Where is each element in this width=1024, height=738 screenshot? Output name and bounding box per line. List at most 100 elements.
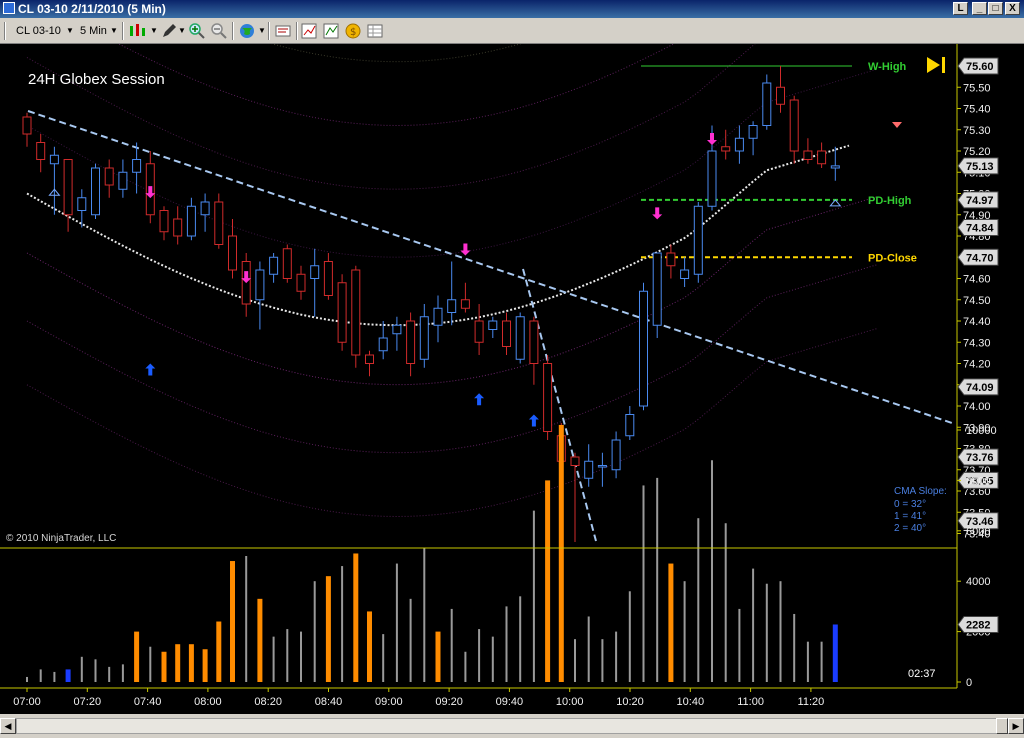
volume-bar <box>65 669 71 682</box>
bars-icon[interactable] <box>128 22 148 40</box>
chevron-down-icon[interactable]: ▼ <box>66 22 74 40</box>
time-tick-label: 09:40 <box>496 696 524 708</box>
chart-toolbar: CL 03-10 ▼ 5 Min ▼ ▼ ▼ ▼ $ <box>0 18 1024 44</box>
candle-body <box>186 205 196 237</box>
price-tick-label: 74.20 <box>963 359 991 371</box>
price-tick-label: 75.40 <box>963 104 991 116</box>
candle-body <box>721 146 731 152</box>
candle-body <box>734 137 744 152</box>
volume-bar <box>26 676 28 682</box>
level-label: PD-High <box>868 195 912 207</box>
level-label: W-High <box>868 61 907 73</box>
candle-body <box>803 150 813 160</box>
volume-bar <box>286 629 289 682</box>
candle-body <box>611 439 621 471</box>
candle-body <box>570 456 580 466</box>
candle-body <box>652 252 662 326</box>
globe-icon[interactable] <box>238 22 256 40</box>
volume-bar <box>532 510 535 682</box>
copyright-text: © 2010 NinjaTrader, LLC <box>6 533 116 544</box>
svg-text:$: $ <box>350 27 356 38</box>
minimize-button[interactable]: _ <box>972 2 987 15</box>
volume-bar <box>108 666 111 682</box>
time-tick-label: 11:00 <box>737 696 764 708</box>
volume-bar <box>80 656 83 682</box>
volume-bar <box>245 556 248 682</box>
chart-trader-icon[interactable] <box>300 22 318 40</box>
window-titlebar: CL 03-10 2/11/2010 (5 Min) L _ □ X <box>0 0 1024 18</box>
time-tick-label: 10:20 <box>616 696 644 708</box>
candle-body <box>378 337 388 352</box>
candle-body <box>214 201 224 245</box>
toolbar-grip <box>4 22 6 40</box>
chevron-down-icon[interactable]: ▼ <box>150 22 158 40</box>
scroll-track[interactable] <box>16 718 1008 734</box>
candle-body <box>406 320 416 364</box>
bar-timer: 02:37 <box>908 668 936 680</box>
candle-body <box>817 150 827 165</box>
volume-bar <box>711 460 713 682</box>
candle-body <box>625 414 635 437</box>
scroll-thumb[interactable] <box>996 718 1008 734</box>
volume-tick-label: 0 <box>966 677 972 689</box>
volume-bar <box>505 606 508 682</box>
horizontal-scrollbar[interactable]: ◀ ▶ <box>0 714 1024 738</box>
maximize-button[interactable]: □ <box>988 2 1003 15</box>
data-box-icon[interactable] <box>366 22 384 40</box>
properties-icon[interactable] <box>274 22 292 40</box>
time-tick-label: 08:20 <box>254 696 282 708</box>
scroll-right-icon[interactable]: ▶ <box>1008 718 1024 734</box>
volume-bar <box>601 639 604 682</box>
volume-bar <box>202 649 208 682</box>
volume-tick-label: 4000 <box>966 576 990 588</box>
volume-tick-label: 10000 <box>966 425 997 437</box>
volume-bar <box>615 631 618 682</box>
candle-body <box>666 252 676 267</box>
volume-bar <box>300 631 302 682</box>
zoom-out-icon[interactable] <box>210 22 228 40</box>
scroll-left-icon[interactable]: ◀ <box>0 718 16 734</box>
chart-style-icon[interactable] <box>322 22 340 40</box>
interval-selector[interactable]: 5 Min <box>80 22 107 40</box>
price-marker-label: 75.60 <box>966 61 994 73</box>
price-marker-label: 73.76 <box>966 452 994 464</box>
volume-bar <box>491 636 494 682</box>
chevron-down-icon[interactable]: ▼ <box>110 22 118 40</box>
price-marker-label: 75.13 <box>966 161 994 173</box>
link-button[interactable]: L <box>953 2 968 15</box>
candle-body <box>77 197 87 211</box>
volume-bar <box>545 480 551 682</box>
volume-bar <box>409 598 412 682</box>
coin-icon[interactable]: $ <box>344 22 362 40</box>
volume-bar <box>587 616 590 682</box>
candle-body <box>36 142 46 160</box>
window-title: CL 03-10 2/11/2010 (5 Min) <box>18 2 166 16</box>
candle-body <box>63 159 73 216</box>
time-tick-label: 07:40 <box>134 696 162 708</box>
candle-body <box>91 167 100 216</box>
close-button[interactable]: X <box>1005 2 1020 15</box>
pencil-icon[interactable] <box>160 22 178 40</box>
volume-bar <box>558 424 564 682</box>
zoom-in-icon[interactable] <box>188 22 206 40</box>
volume-bar <box>806 641 809 682</box>
instrument-selector[interactable]: CL 03-10 <box>16 22 61 40</box>
chevron-down-icon[interactable]: ▼ <box>258 22 266 40</box>
time-tick-label: 09:20 <box>435 696 463 708</box>
price-chart[interactable]: W-High PD-High PD-Close 75.50 75.40 75.30 75.… <box>0 44 1024 714</box>
candle-body <box>419 316 429 360</box>
volume-bar <box>325 576 331 682</box>
candle-body <box>762 82 772 126</box>
volume-bar <box>724 523 727 682</box>
candle-body <box>597 465 607 468</box>
candle-body <box>104 167 114 186</box>
chevron-down-icon[interactable]: ▼ <box>178 22 186 40</box>
level-label: PD-Close <box>868 252 917 264</box>
cma-slope-1: 1 = 41° <box>894 511 926 522</box>
volume-bar <box>353 553 359 682</box>
volume-bar <box>642 485 645 682</box>
volume-bar <box>668 563 674 682</box>
volume-bar <box>395 563 398 682</box>
volume-bar <box>697 518 700 682</box>
candle-body <box>255 269 265 301</box>
